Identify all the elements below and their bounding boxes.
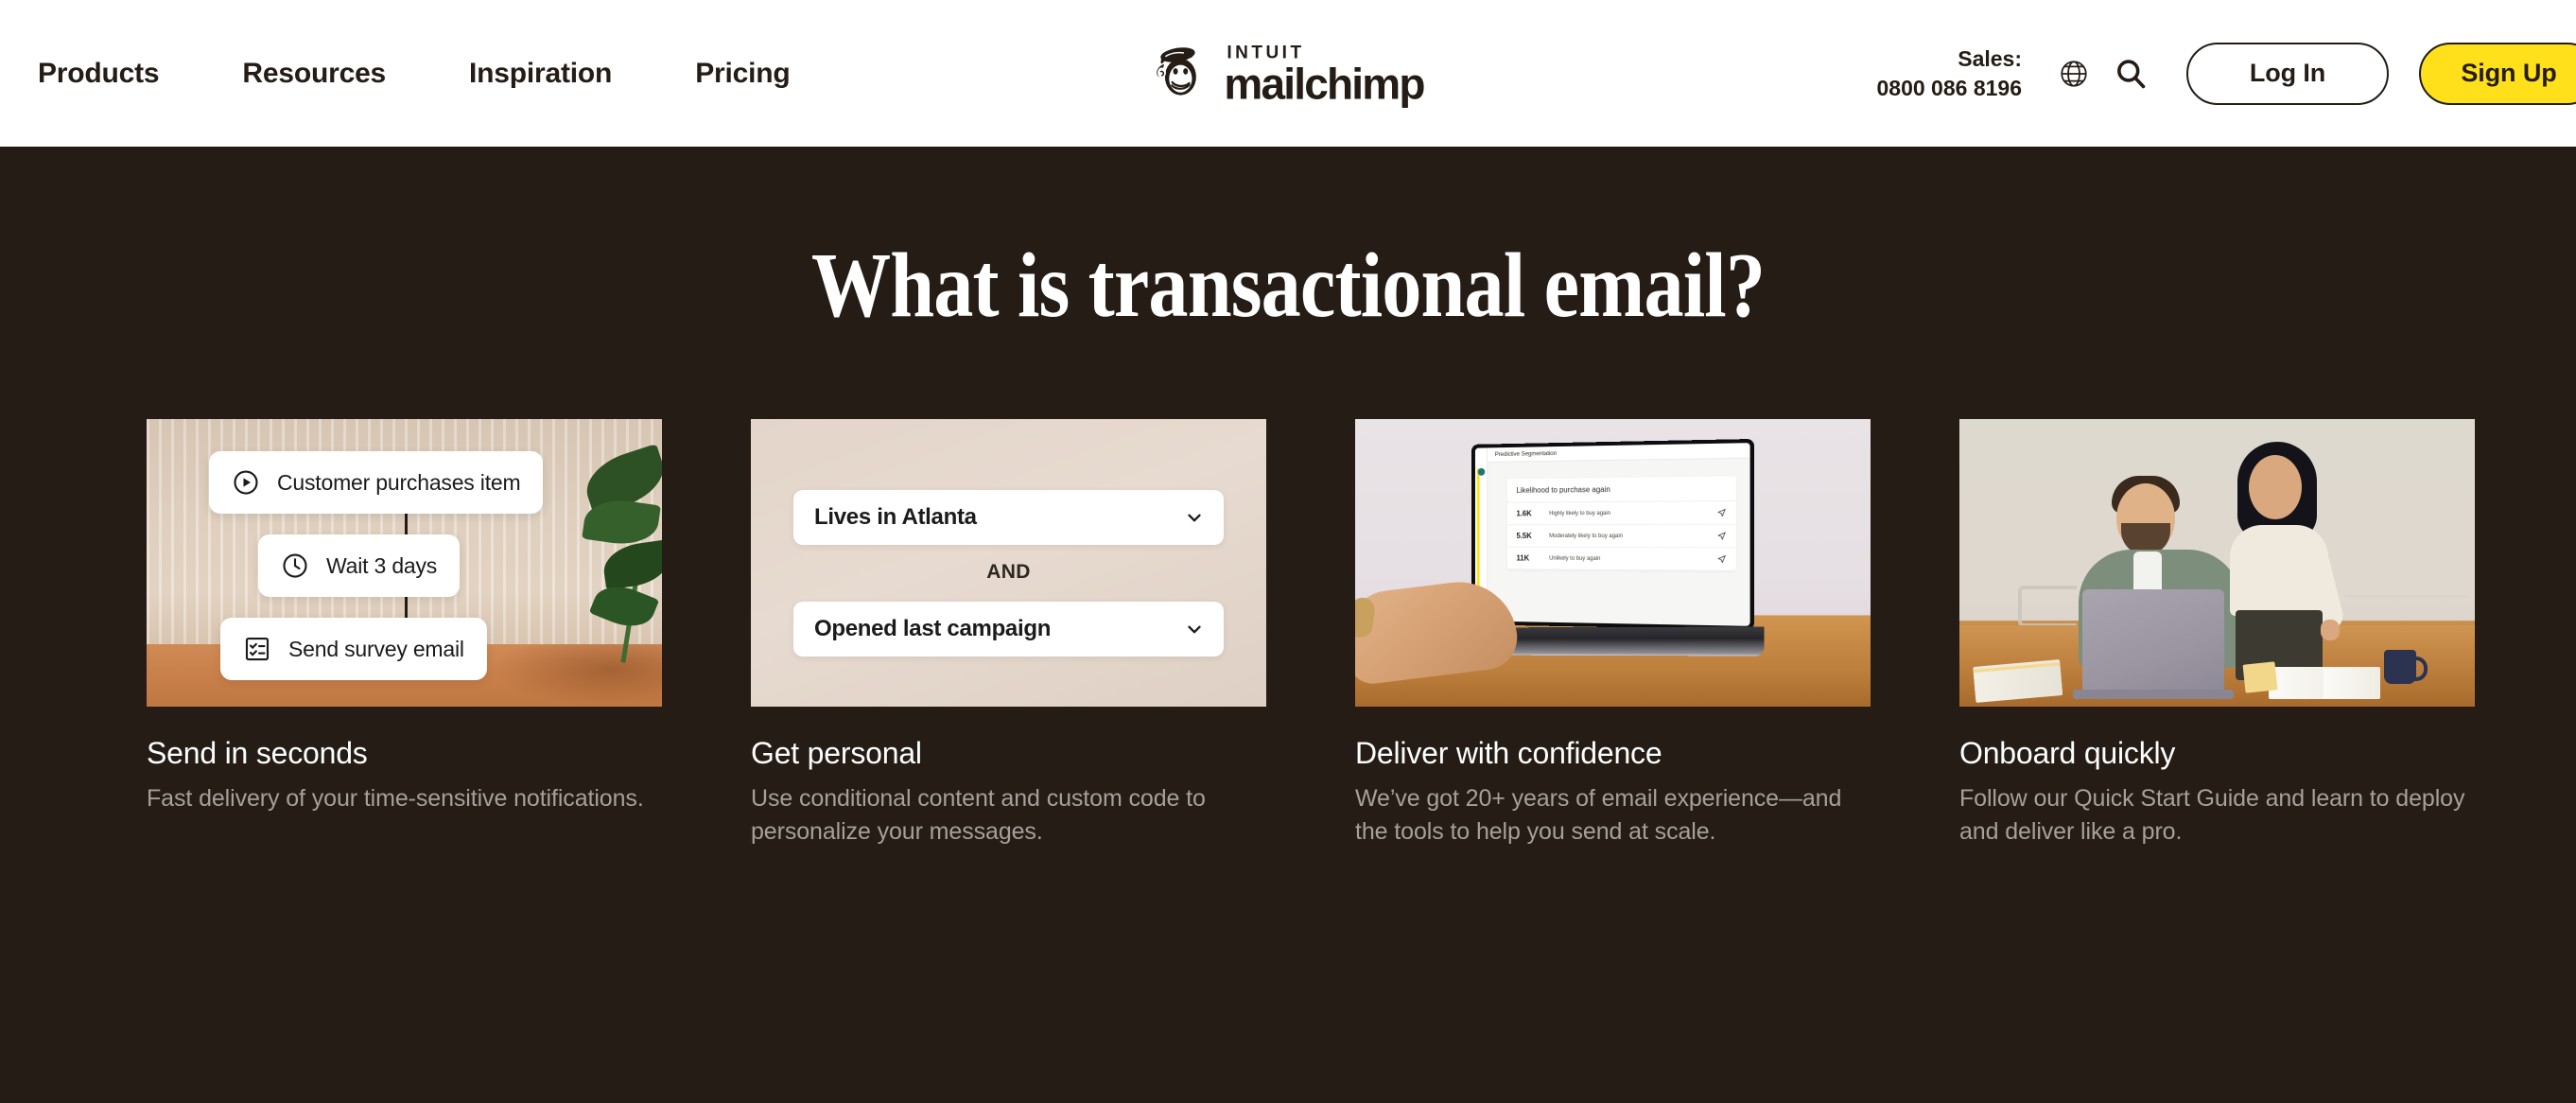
- mug-decor: [2384, 650, 2428, 684]
- chevron-down-icon: [1188, 514, 1201, 522]
- feature-card-send-in-seconds: Customer purchases item Wait 3 days Send…: [147, 419, 662, 848]
- notebook-decor: [2269, 667, 2380, 699]
- card-description: Use conditional content and custom code …: [751, 785, 1206, 845]
- journey-step-trigger[interactable]: Customer purchases item: [209, 451, 544, 514]
- likelihood-panel: Likelihood to purchase again 1.6K Highly…: [1506, 476, 1736, 571]
- card-description: Follow our Quick Start Guide and learn t…: [1959, 785, 2465, 845]
- language-button[interactable]: [2052, 52, 2096, 96]
- sales-label: Sales:: [1958, 46, 2022, 72]
- send-icon: [1717, 554, 1726, 563]
- segment-rule-label: Lives in Atlanta: [814, 504, 977, 530]
- chair-decor: [2018, 586, 2077, 627]
- send-icon: [1717, 532, 1726, 540]
- site-header: Products Resources Inspiration Pricing I…: [0, 0, 2576, 147]
- nav-item-products[interactable]: Products: [38, 48, 160, 99]
- laptop-device: [2073, 589, 2234, 699]
- mailchimp-wordmark-text: mailchimp: [1224, 58, 1425, 108]
- journey-step-label: Customer purchases item: [277, 469, 521, 495]
- sales-number: 0800 086 8196: [1876, 75, 2023, 100]
- segment-rule-dropdown-2[interactable]: Opened last campaign: [793, 602, 1224, 657]
- feature-card-get-personal: Lives in Atlanta AND Opened last campaig…: [751, 419, 1266, 848]
- feature-cards: Customer purchases item Wait 3 days Send…: [0, 419, 2576, 848]
- feature-card-onboard-quickly: Onboard quickly Follow our Quick Start G…: [1959, 419, 2475, 848]
- person-standing: [2215, 434, 2366, 680]
- freddie-monkey-icon: [1157, 47, 1196, 96]
- card-title: Deliver with confidence: [1355, 736, 1662, 770]
- segment-label: Highly likely to buy again: [1549, 510, 1611, 516]
- segment-rule-dropdown-1[interactable]: Lives in Atlanta: [793, 490, 1224, 545]
- segment-row[interactable]: 5.5K Moderately likely to buy again: [1506, 524, 1736, 549]
- segment-label: Moderately likely to buy again: [1549, 533, 1624, 539]
- plant-decor: [554, 443, 662, 682]
- segment-row[interactable]: 1.6K Highly likely to buy again: [1506, 501, 1736, 526]
- sales-phone[interactable]: Sales: 0800 086 8196: [1877, 44, 2023, 102]
- page-title: What is transactional email?: [810, 235, 1766, 337]
- feature-card-deliver-with-confidence: Predictive Segmentation Likelihood to pu…: [1355, 419, 1871, 848]
- segment-rule-label: Opened last campaign: [814, 616, 1052, 641]
- journey-step-label: Wait 3 days: [326, 552, 438, 578]
- journey-step-label: Send survey email: [288, 636, 464, 661]
- card-title: Onboard quickly: [1959, 736, 2176, 770]
- segment-count: 11K: [1516, 553, 1530, 563]
- transactional-email-section: What is transactional email? Customer pu…: [0, 147, 2576, 1103]
- chevron-down-icon: [1188, 625, 1201, 634]
- sign-up-button[interactable]: Sign Up: [2419, 42, 2576, 105]
- card-description: We’ve got 20+ years of email experience—…: [1355, 785, 1842, 845]
- panel-title: Likelihood to purchase again: [1506, 476, 1736, 503]
- app-title: Predictive Segmentation: [1494, 449, 1558, 459]
- automation-journey-image: Customer purchases item Wait 3 days Send…: [147, 419, 662, 707]
- mailchimp-wordmark: INTUIT mailchimp: [1224, 44, 1425, 108]
- card-title: Get personal: [751, 736, 922, 770]
- globe-icon: [2061, 60, 2087, 87]
- nav-item-pricing[interactable]: Pricing: [695, 48, 790, 99]
- card-title: Send in seconds: [147, 736, 368, 770]
- app-topbar: Predictive Segmentation: [1488, 443, 1750, 464]
- rule-operator: AND: [986, 561, 1031, 583]
- search-icon: [2117, 59, 2146, 88]
- laptop-dashboard-image: Predictive Segmentation Likelihood to pu…: [1355, 419, 1871, 707]
- nav-item-inspiration[interactable]: Inspiration: [469, 48, 612, 99]
- send-icon: [1717, 508, 1726, 516]
- segmentation-rules-image: Lives in Atlanta AND Opened last campaig…: [751, 419, 1266, 707]
- segment-row[interactable]: 11K Unlikely to buy again: [1507, 548, 1736, 570]
- checklist-icon: [245, 637, 270, 661]
- clock-icon: [283, 553, 307, 578]
- search-button[interactable]: [2109, 52, 2152, 96]
- nav-item-resources[interactable]: Resources: [242, 48, 386, 99]
- main-nav: Products Resources Inspiration Pricing: [38, 48, 791, 99]
- segment-count: 1.6K: [1516, 509, 1532, 518]
- log-in-button[interactable]: Log In: [2186, 42, 2389, 105]
- team-photo-image: [1959, 419, 2475, 707]
- segment-count: 5.5K: [1516, 532, 1532, 540]
- card-description: Fast delivery of your time-sensitive not…: [147, 785, 644, 813]
- play-circle-icon: [234, 470, 258, 495]
- laptop-screen: Predictive Segmentation Likelihood to pu…: [1471, 438, 1754, 631]
- journey-step-send[interactable]: Send survey email: [220, 618, 487, 680]
- segment-label: Unlikely to buy again: [1549, 555, 1601, 562]
- header-actions: Sales: 0800 086 8196 Log In Sign Up: [1877, 0, 2576, 147]
- mailchimp-app-ui: Predictive Segmentation Likelihood to pu…: [1474, 443, 1750, 626]
- app-main: Predictive Segmentation Likelihood to pu…: [1488, 443, 1750, 626]
- journey-step-wait[interactable]: Wait 3 days: [258, 534, 461, 597]
- mailchimp-logo[interactable]: INTUIT mailchimp: [1152, 44, 1425, 108]
